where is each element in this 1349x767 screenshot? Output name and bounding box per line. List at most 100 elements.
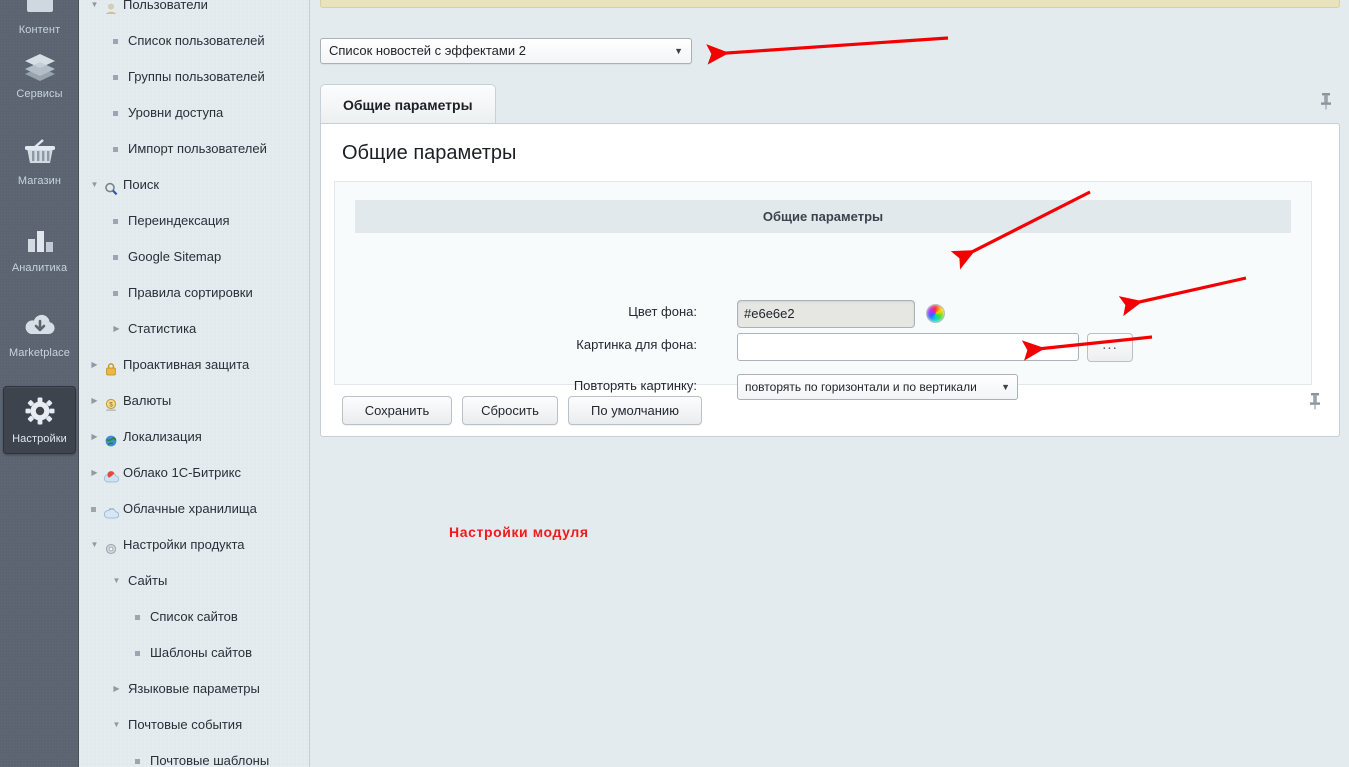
tree-item[interactable]: Почтовые шаблоны bbox=[79, 747, 309, 767]
pin-icon[interactable] bbox=[1309, 392, 1321, 415]
tree-item[interactable]: ▶ Локализация bbox=[79, 423, 309, 451]
rail-item-analytics[interactable]: Аналитика bbox=[0, 216, 79, 288]
chevron-down-icon[interactable]: ▼ bbox=[89, 171, 100, 199]
rail-item-services[interactable]: Сервисы bbox=[0, 42, 79, 114]
bg-repeat-select[interactable]: повторять по горизонтали и по вертикали … bbox=[737, 374, 1018, 400]
save-button[interactable]: Сохранить bbox=[342, 396, 452, 425]
tree-bullet-icon bbox=[133, 603, 144, 631]
tree-item[interactable]: ▶ $ Валюты bbox=[79, 387, 309, 415]
chevron-down-icon: ▼ bbox=[1001, 382, 1010, 392]
chevron-right-icon[interactable]: ▶ bbox=[89, 423, 100, 451]
cloud-storage-icon bbox=[103, 502, 119, 519]
rail-item-marketplace[interactable]: Marketplace bbox=[0, 303, 79, 373]
rail-label-marketplace: Marketplace bbox=[8, 347, 70, 359]
tree-item-label: Локализация bbox=[123, 429, 202, 444]
tree-item[interactable]: ▼ Сайты bbox=[79, 567, 309, 595]
chevron-down-icon[interactable]: ▼ bbox=[111, 567, 122, 595]
tree-item[interactable]: ▶ Облако 1С-Битрикс bbox=[79, 459, 309, 487]
globe-icon bbox=[103, 430, 119, 447]
tree-item[interactable]: ▶ Проактивная защита bbox=[79, 351, 309, 379]
rail-label-analytics: Аналитика bbox=[11, 262, 68, 274]
tree-bullet-icon bbox=[133, 639, 144, 667]
tree-bullet-icon bbox=[111, 27, 122, 55]
tree-item-label: Список сайтов bbox=[150, 609, 238, 624]
tree-item-label: Валюты bbox=[123, 393, 172, 408]
bg-repeat-value: повторять по горизонтали и по вертикали bbox=[745, 380, 977, 394]
tab-label: Общие параметры bbox=[343, 97, 473, 113]
tree-item-label: Уровни доступа bbox=[128, 105, 224, 120]
magnifier-icon bbox=[103, 178, 119, 196]
tree-item-label: Группы пользователей bbox=[128, 69, 265, 84]
default-button[interactable]: По умолчанию bbox=[568, 396, 702, 425]
left-nav-rail: Контент Сервисы Магазин Аналитика Market… bbox=[0, 0, 79, 767]
bg-image-label: Картинка для фона: bbox=[576, 337, 697, 352]
tree-item[interactable]: Облачные хранилища bbox=[79, 495, 309, 523]
tree-item[interactable]: Импорт пользователей bbox=[79, 135, 309, 163]
chevron-right-icon[interactable]: ▶ bbox=[111, 675, 122, 703]
chevron-down-icon[interactable]: ▼ bbox=[89, 531, 100, 559]
cloud-down-icon bbox=[3, 312, 76, 343]
tab-strip: Общие параметры bbox=[320, 80, 1340, 124]
tree-item[interactable]: Группы пользователей bbox=[79, 63, 309, 91]
bg-image-input[interactable] bbox=[737, 333, 1079, 361]
tree-bullet-icon bbox=[111, 207, 122, 235]
tree-item[interactable]: Переиндексация bbox=[79, 207, 309, 235]
gear-small-icon bbox=[103, 538, 119, 555]
gear-icon bbox=[4, 396, 75, 429]
tree-item[interactable]: ▶ Языковые параметры bbox=[79, 675, 309, 703]
chevron-right-icon[interactable]: ▶ bbox=[89, 387, 100, 415]
notice-bar bbox=[320, 0, 1340, 8]
general-params-box: Общие параметры Цвет фона: #e6e6e2 Карти… bbox=[334, 181, 1312, 400]
tree-item-label: Импорт пользователей bbox=[128, 141, 267, 156]
tree-item-label: Настройки продукта bbox=[123, 537, 245, 552]
panel-title: Общие параметры bbox=[342, 142, 517, 164]
tree-item[interactable]: ▼ Пользователи bbox=[79, 0, 309, 19]
reset-button[interactable]: Сбросить bbox=[462, 396, 558, 425]
tree-item-label: Облачные хранилища bbox=[123, 501, 257, 516]
tree-item-label: Почтовые события bbox=[128, 717, 243, 732]
browse-button[interactable]: ... bbox=[1087, 333, 1133, 362]
pin-icon[interactable] bbox=[1320, 92, 1332, 115]
tree-item[interactable]: Список пользователей bbox=[79, 27, 309, 55]
tab-general-params[interactable]: Общие параметры bbox=[320, 84, 496, 124]
chevron-right-icon[interactable]: ▶ bbox=[89, 459, 100, 487]
tree-item-label: Правила сортировки bbox=[128, 285, 253, 300]
cloud-bitrix-icon bbox=[103, 466, 119, 483]
chevron-down-icon[interactable]: ▼ bbox=[111, 711, 122, 739]
chevron-right-icon[interactable]: ▶ bbox=[111, 315, 122, 343]
tree-item-label: Список пользователей bbox=[128, 33, 265, 48]
tree-item[interactable]: Уровни доступа bbox=[79, 99, 309, 127]
tree-item[interactable]: Правила сортировки bbox=[79, 279, 309, 307]
tree-item[interactable]: Список сайтов bbox=[79, 603, 309, 631]
tree-item-label: Статистика bbox=[128, 321, 197, 336]
tree-bullet-icon bbox=[111, 99, 122, 127]
main-content: Список новостей с эффектами 2 ▼ Общие па… bbox=[311, 0, 1349, 767]
bar-chart-icon bbox=[3, 225, 76, 258]
color-picker-icon[interactable] bbox=[926, 304, 945, 323]
settings-panel: Общие параметры Общие параметры Цвет фон… bbox=[320, 123, 1340, 437]
annotation-text: Настройки модуля bbox=[449, 524, 589, 540]
tree-item[interactable]: Шаблоны сайтов bbox=[79, 639, 309, 667]
settings-tree-menu[interactable]: ▼ Пользователи Список пользователей Группы … bbox=[79, 0, 310, 767]
tree-item-label: Языковые параметры bbox=[128, 681, 260, 696]
tree-item[interactable]: ▼ Почтовые события bbox=[79, 711, 309, 739]
rail-label-shop: Магазин bbox=[17, 175, 62, 187]
users-icon bbox=[103, 0, 119, 14]
tree-bullet-icon bbox=[111, 135, 122, 163]
bg-repeat-label: Повторять картинку: bbox=[573, 378, 697, 393]
chevron-right-icon[interactable]: ▶ bbox=[89, 351, 100, 379]
rail-item-settings[interactable]: Настройки bbox=[0, 386, 79, 460]
tree-item[interactable]: Google Sitemap bbox=[79, 243, 309, 271]
tree-item[interactable]: ▼ Настройки продукта bbox=[79, 531, 309, 559]
tree-bullet-icon bbox=[111, 243, 122, 271]
tree-item-label: Шаблоны сайтов bbox=[150, 645, 253, 660]
bg-color-input[interactable]: #e6e6e2 bbox=[737, 300, 915, 328]
chevron-down-icon[interactable]: ▼ bbox=[89, 0, 100, 19]
tree-item-label: Google Sitemap bbox=[128, 249, 222, 264]
rail-item-shop[interactable]: Магазин bbox=[0, 129, 79, 201]
tree-item[interactable]: ▼ Поиск bbox=[79, 171, 309, 199]
tree-item-label: Сайты bbox=[128, 573, 168, 588]
tree-item[interactable]: ▶ Статистика bbox=[79, 315, 309, 343]
module-select[interactable]: Список новостей с эффектами 2 ▼ bbox=[320, 38, 692, 64]
tree-item-label: Переиндексация bbox=[128, 213, 230, 228]
